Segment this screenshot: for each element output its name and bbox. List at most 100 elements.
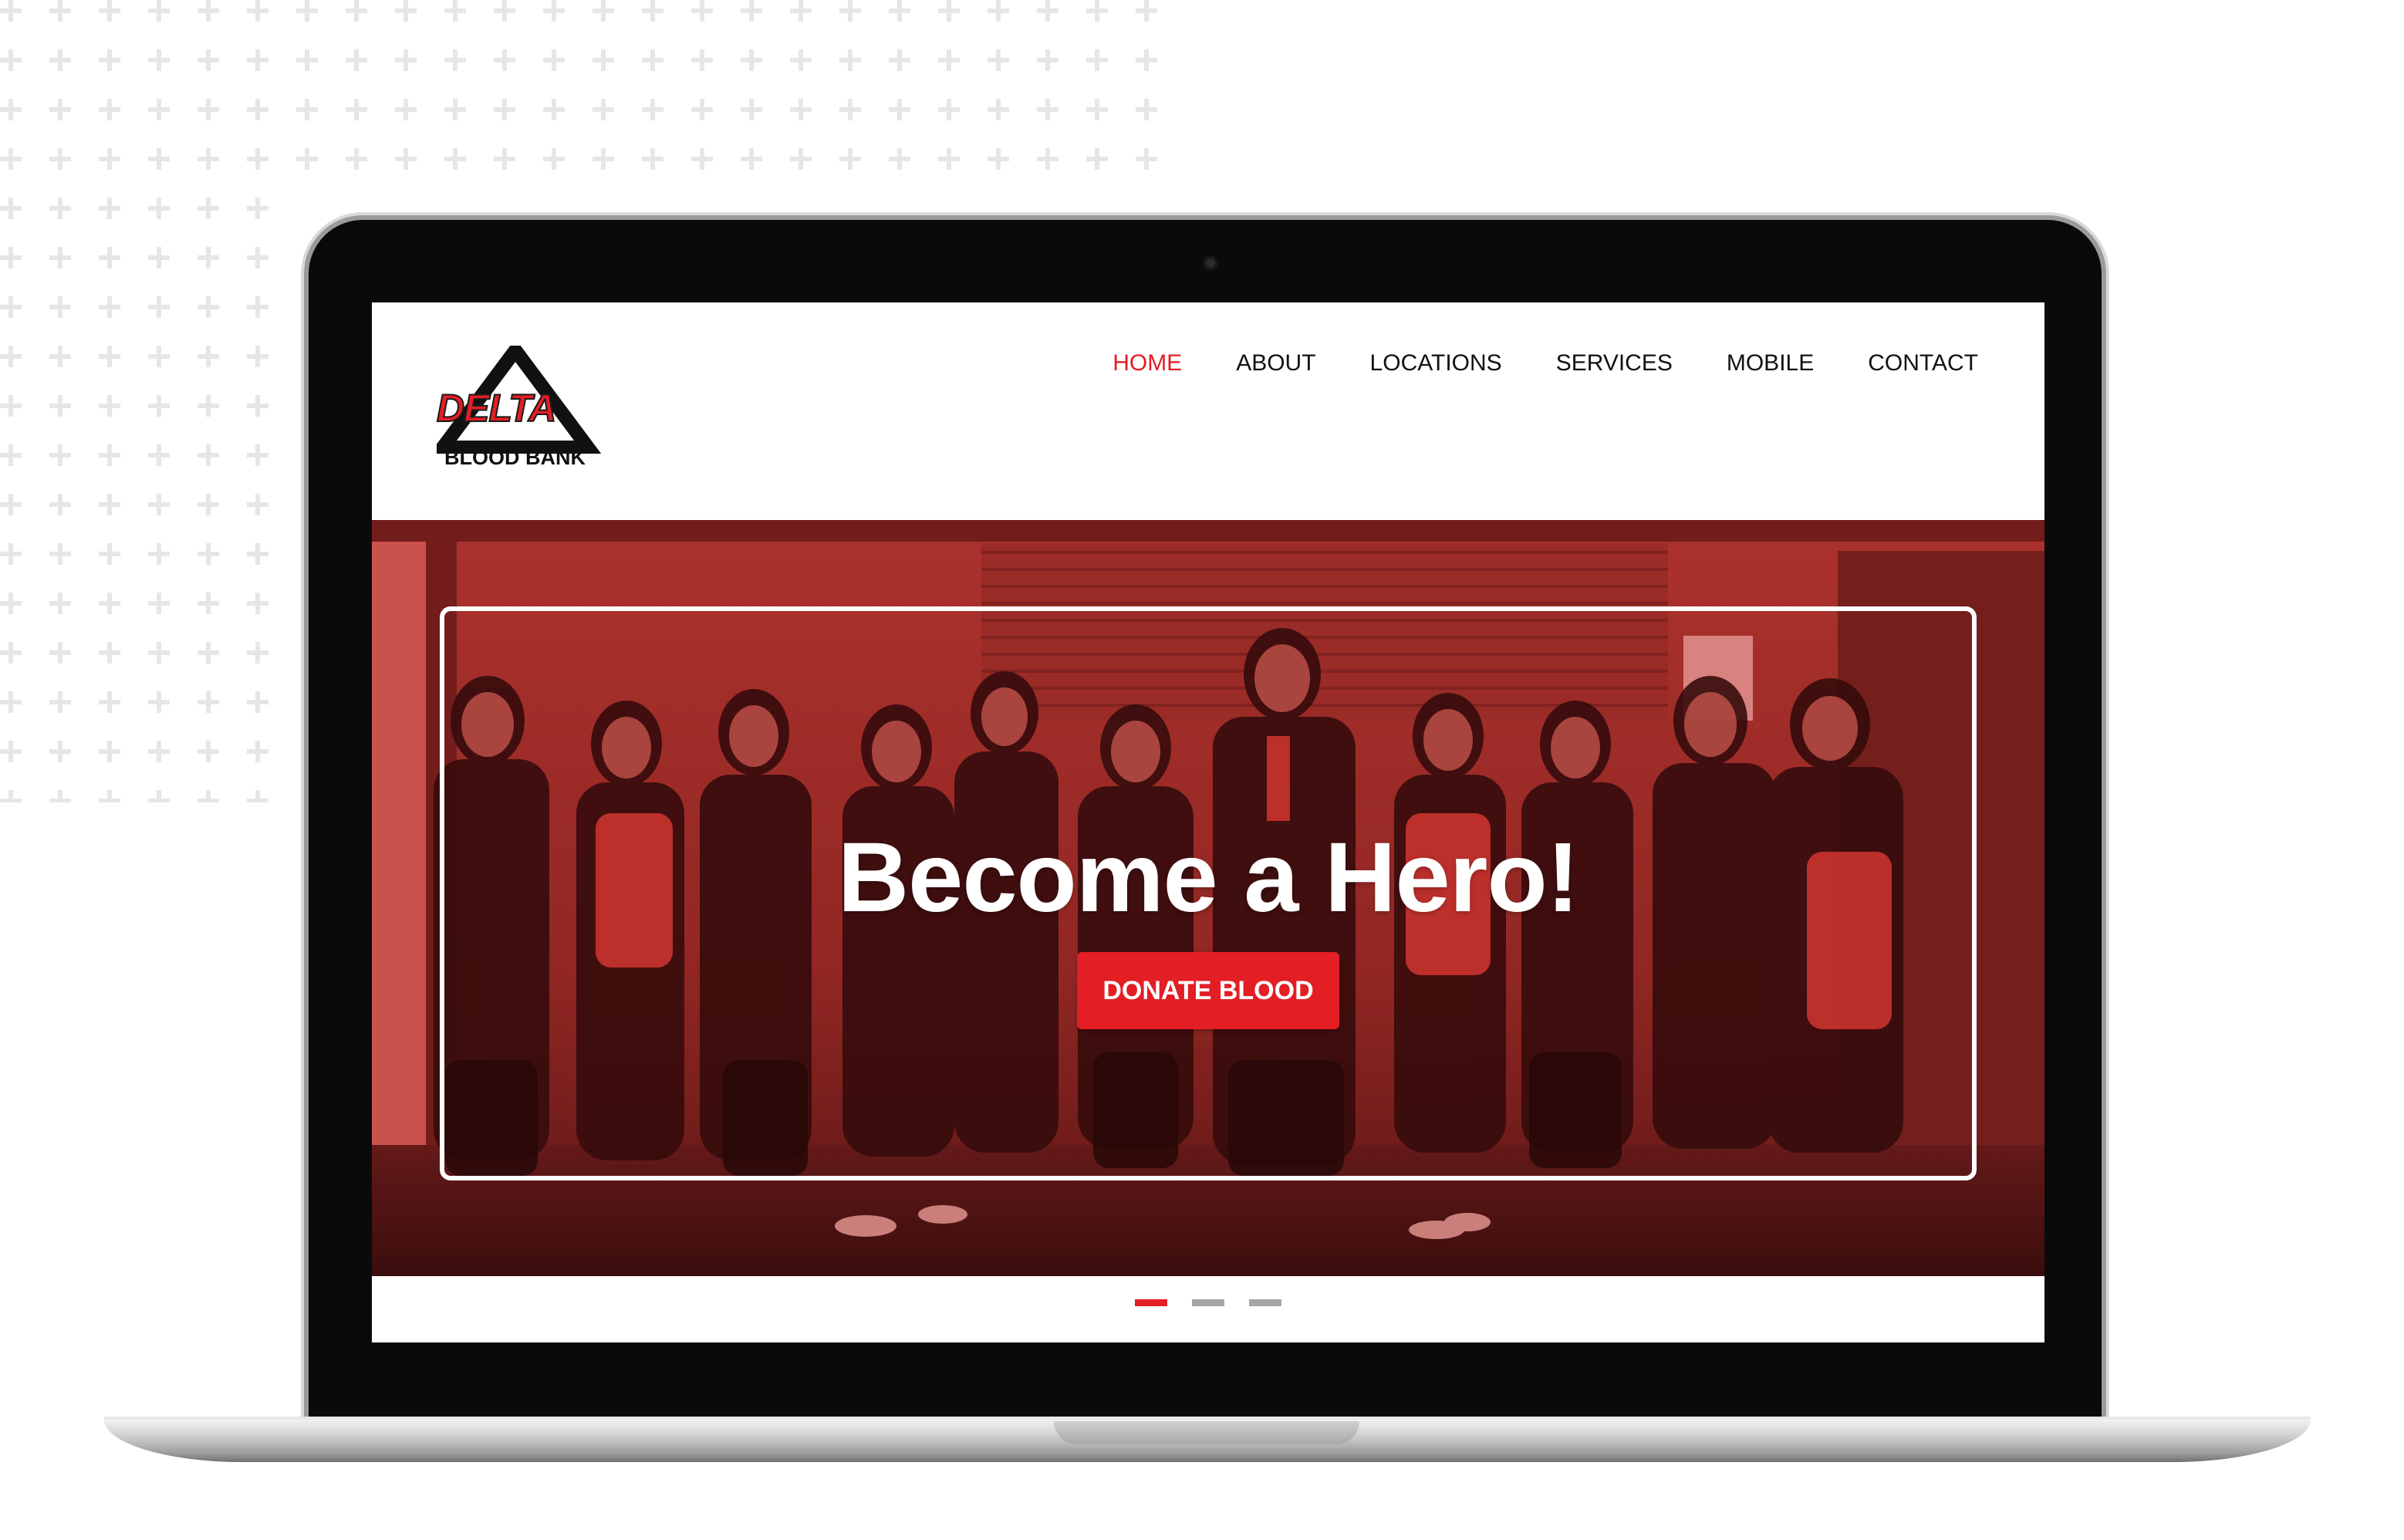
plus-icon xyxy=(494,148,515,170)
plus-icon xyxy=(148,691,170,713)
mockup-stage: DELTA BLOOD BANK HOME ABOUT LOCATIONS SE… xyxy=(0,0,2404,1540)
plus-icon xyxy=(247,49,268,71)
plus-icon xyxy=(49,296,71,318)
plus-icon xyxy=(346,49,367,71)
plus-icon xyxy=(99,99,120,120)
plus-icon xyxy=(99,247,120,268)
plus-icon xyxy=(889,0,910,22)
plus-icon xyxy=(49,543,71,565)
plus-icon xyxy=(395,0,417,22)
plus-icon xyxy=(296,0,318,22)
nav-item-contact[interactable]: CONTACT xyxy=(1868,350,1978,377)
hero-title: Become a Hero! xyxy=(837,822,1580,933)
plus-icon xyxy=(444,49,466,71)
carousel-indicators xyxy=(372,1299,2044,1306)
plus-icon xyxy=(247,790,268,802)
plus-icon xyxy=(0,494,22,515)
plus-icon xyxy=(543,0,565,22)
plus-icon xyxy=(198,444,219,466)
plus-icon xyxy=(296,99,318,120)
plus-icon xyxy=(1086,99,1108,120)
plus-icon xyxy=(247,99,268,120)
plus-icon xyxy=(99,444,120,466)
plus-icon xyxy=(198,0,219,22)
plus-icon xyxy=(99,296,120,318)
plus-icon xyxy=(148,99,170,120)
plus-icon xyxy=(49,642,71,664)
donate-blood-button[interactable]: DONATE BLOOD xyxy=(1077,952,1339,1029)
plus-icon xyxy=(99,741,120,762)
plus-icon xyxy=(148,593,170,614)
plus-icon xyxy=(49,99,71,120)
plus-icon xyxy=(741,148,762,170)
carousel-dot-1[interactable] xyxy=(1135,1299,1167,1306)
plus-icon xyxy=(0,296,22,318)
nav-item-services[interactable]: SERVICES xyxy=(1556,350,1673,377)
plus-icon xyxy=(938,0,960,22)
plus-icon xyxy=(148,790,170,802)
nav-item-home[interactable]: HOME xyxy=(1113,350,1182,377)
plus-icon xyxy=(444,99,466,120)
plus-icon xyxy=(1086,0,1108,22)
plus-icon xyxy=(741,49,762,71)
plus-icon xyxy=(543,49,565,71)
plus-icon xyxy=(148,395,170,417)
plus-icon xyxy=(99,49,120,71)
nav-item-about[interactable]: ABOUT xyxy=(1236,350,1315,377)
plus-icon xyxy=(741,99,762,120)
plus-icon xyxy=(346,99,367,120)
plus-icon xyxy=(198,296,219,318)
laptop-opening-notch xyxy=(1054,1421,1359,1444)
nav-item-locations[interactable]: LOCATIONS xyxy=(1370,350,1502,377)
plus-icon xyxy=(0,593,22,614)
site-logo[interactable]: DELTA BLOOD BANK xyxy=(436,346,606,485)
plus-icon xyxy=(988,99,1009,120)
plus-icon xyxy=(99,395,120,417)
plus-icon xyxy=(198,99,219,120)
carousel-dot-3[interactable] xyxy=(1249,1299,1281,1306)
plus-icon xyxy=(691,0,713,22)
plus-icon xyxy=(543,148,565,170)
plus-icon xyxy=(198,593,219,614)
plus-icon xyxy=(247,642,268,664)
plus-icon xyxy=(0,395,22,417)
plus-icon xyxy=(99,790,120,802)
plus-icon xyxy=(247,0,268,22)
plus-icon xyxy=(494,49,515,71)
webcam-icon xyxy=(1206,258,1215,268)
plus-icon xyxy=(198,543,219,565)
plus-icon xyxy=(741,0,762,22)
main-nav: HOME ABOUT LOCATIONS SERVICES MOBILE CON… xyxy=(1059,350,1978,377)
plus-icon xyxy=(99,346,120,367)
plus-icon xyxy=(889,49,910,71)
carousel-dot-2[interactable] xyxy=(1192,1299,1224,1306)
plus-icon xyxy=(988,0,1009,22)
plus-icon xyxy=(148,49,170,71)
site-header: DELTA BLOOD BANK HOME ABOUT LOCATIONS SE… xyxy=(372,302,2044,520)
plus-icon xyxy=(790,148,812,170)
plus-icon xyxy=(1037,49,1059,71)
plus-icon xyxy=(198,247,219,268)
plus-icon xyxy=(49,593,71,614)
plus-icon xyxy=(938,99,960,120)
plus-icon xyxy=(642,99,663,120)
logo-tagline: BLOOD BANK xyxy=(444,446,586,469)
plus-icon xyxy=(346,0,367,22)
plus-icon xyxy=(1136,0,1157,22)
plus-icon xyxy=(247,444,268,466)
plus-icon xyxy=(49,395,71,417)
plus-icon xyxy=(198,395,219,417)
plus-icon xyxy=(0,444,22,466)
plus-icon xyxy=(0,741,22,762)
browser-screen: DELTA BLOOD BANK HOME ABOUT LOCATIONS SE… xyxy=(372,302,2044,1342)
plus-icon xyxy=(0,346,22,367)
plus-icon xyxy=(0,247,22,268)
plus-icon xyxy=(1086,148,1108,170)
plus-icon xyxy=(0,543,22,565)
plus-icon xyxy=(346,148,367,170)
plus-icon xyxy=(247,247,268,268)
plus-icon xyxy=(148,543,170,565)
plus-icon xyxy=(395,99,417,120)
nav-item-mobile[interactable]: MOBILE xyxy=(1727,350,1814,377)
plus-icon xyxy=(247,543,268,565)
